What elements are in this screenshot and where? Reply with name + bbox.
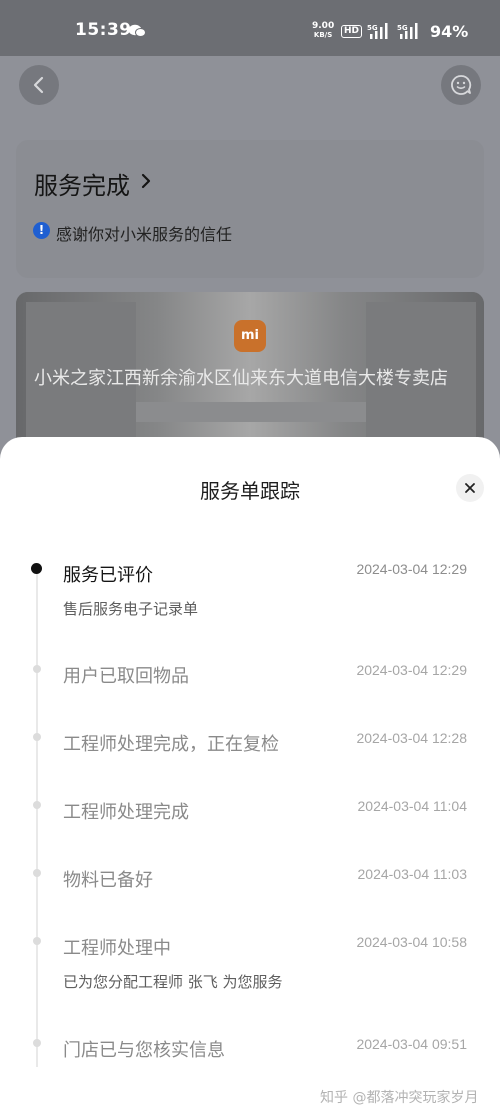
timeline-event-title: 物料已备好 xyxy=(63,870,153,891)
timeline-event-title: 服务已评价 xyxy=(63,565,153,586)
timeline-event-time: 2024-03-04 09:51 xyxy=(356,1036,467,1052)
timeline-dot xyxy=(33,733,41,741)
timeline-dot xyxy=(33,937,41,945)
timeline-event-title: 工程师处理完成，正在复检 xyxy=(63,734,279,755)
timeline-event-title: 门店已与您核实信息 xyxy=(63,1040,225,1061)
tracking-sheet xyxy=(0,437,500,1117)
timeline-event-time: 2024-03-04 10:58 xyxy=(356,934,467,950)
service-status-title[interactable]: 服务完成 xyxy=(34,166,130,201)
timeline-dot xyxy=(33,665,41,673)
battery-level: 94% xyxy=(430,22,469,41)
service-status-card[interactable] xyxy=(16,140,484,278)
store-counter xyxy=(136,402,366,422)
watermark: 知乎 @都落冲突玩家岁月 xyxy=(320,1090,479,1106)
signal-5g-icon: 5G xyxy=(367,23,388,39)
close-button[interactable] xyxy=(456,474,484,502)
customer-service-icon xyxy=(451,75,472,95)
sheet-title: 服务单跟踪 xyxy=(200,479,300,503)
timeline-dot xyxy=(33,1039,41,1047)
timeline-dot xyxy=(33,801,41,809)
timeline-event-time: 2024-03-04 11:04 xyxy=(357,798,468,814)
timeline-event-title: 工程师处理完成 xyxy=(63,802,189,823)
svg-text:5G: 5G xyxy=(397,24,408,32)
timeline-dot xyxy=(33,869,41,877)
signal-5g-data-icon: 5G xyxy=(397,23,418,39)
network-speed-unit: KB/S xyxy=(313,31,333,39)
timeline-event-time: 2024-03-04 11:03 xyxy=(357,866,468,882)
timeline-event-subtitle: 已为您分配工程师 张飞 为您服务 xyxy=(63,973,283,991)
service-record-link[interactable]: 售后服务电子记录单 xyxy=(63,598,198,619)
status-bar: 15:39 9.00 KB/S HD 5G 5G 94% xyxy=(0,0,500,56)
info-icon: ! xyxy=(33,222,50,239)
svg-text:5G: 5G xyxy=(367,24,378,32)
customer-service-button[interactable] xyxy=(441,65,481,105)
timeline-dot-active xyxy=(31,563,42,574)
timeline-event-time: 2024-03-04 12:29 xyxy=(356,662,467,678)
store-name: 小米之家江西新余渝水区仙来东大道电信大楼专卖店 xyxy=(34,368,448,389)
timeline-event-time: 2024-03-04 12:28 xyxy=(356,730,467,746)
timeline-line xyxy=(36,568,38,1067)
wechat-icon xyxy=(128,24,146,37)
timeline-event-title: 工程师处理中 xyxy=(63,938,171,959)
network-speed: 9.00 KB/S xyxy=(312,21,335,40)
network-speed-value: 9.00 xyxy=(312,21,335,31)
status-time: 15:39 xyxy=(75,20,132,40)
back-button[interactable] xyxy=(19,65,59,105)
chevron-right-icon xyxy=(141,173,151,189)
close-icon xyxy=(465,483,475,493)
service-status-message: 感谢你对小米服务的信任 xyxy=(56,225,233,244)
hd-badge: HD xyxy=(341,25,363,38)
timeline-event-title: 用户已取回物品 xyxy=(63,666,189,687)
timeline-event-time: 2024-03-04 12:29 xyxy=(356,561,467,577)
chevron-left-icon xyxy=(33,76,44,94)
xiaomi-logo: mi xyxy=(234,320,266,352)
